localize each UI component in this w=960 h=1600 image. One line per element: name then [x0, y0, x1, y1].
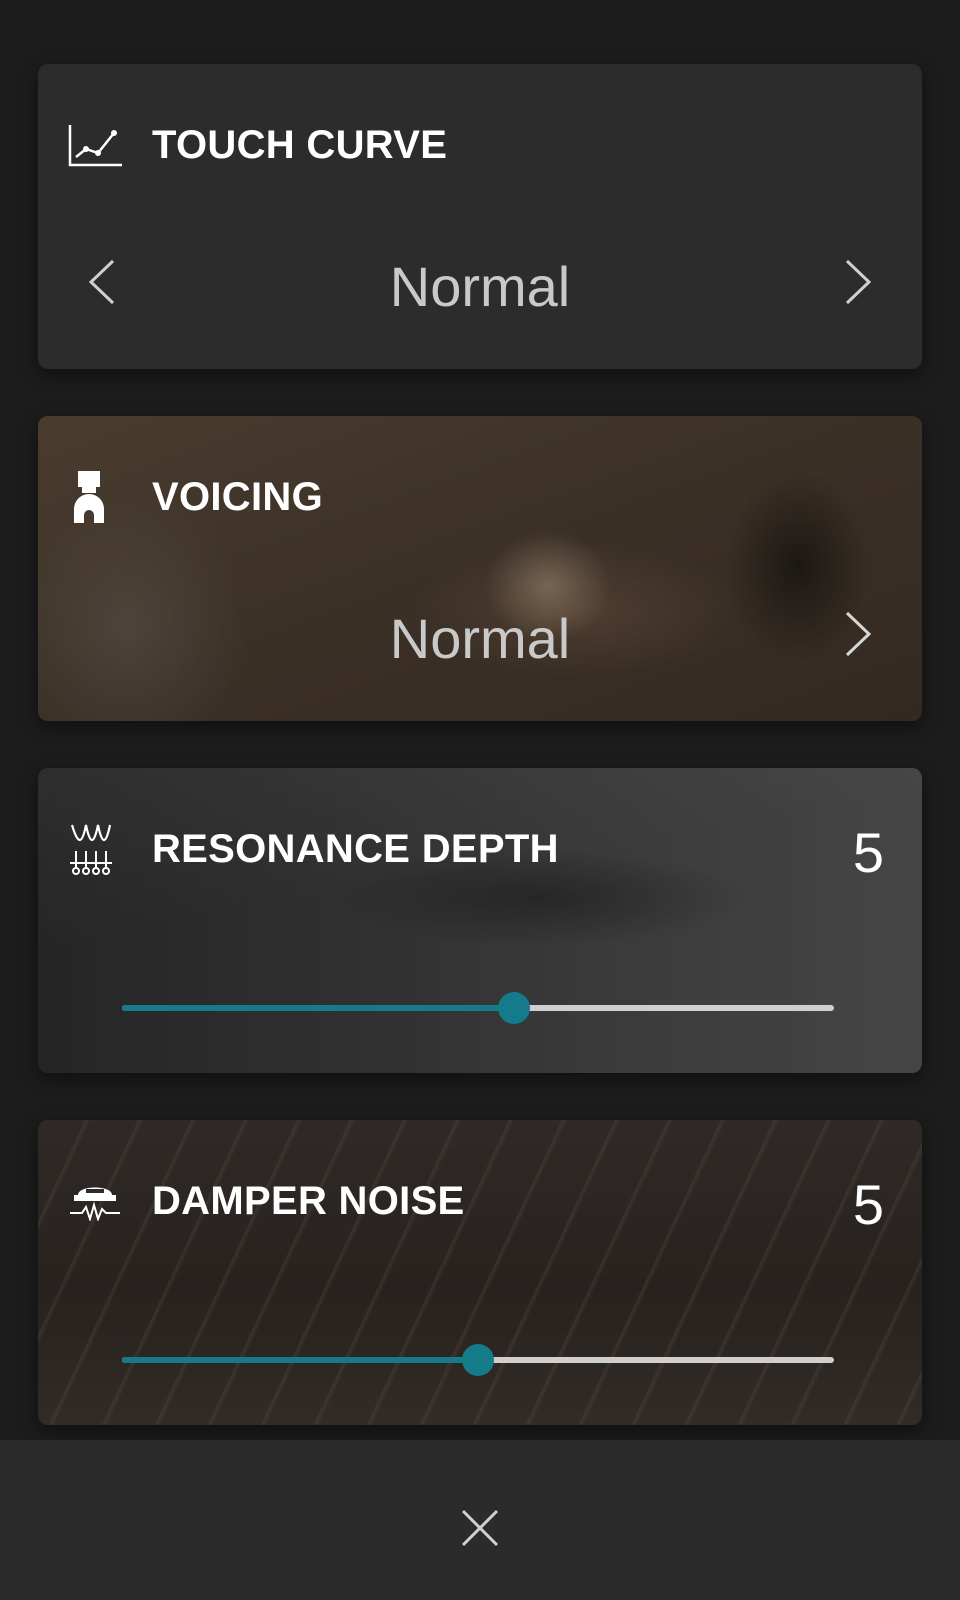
chevron-right-icon: [845, 259, 872, 305]
damper-noise-value: 5: [852, 1173, 884, 1236]
chevron-right-icon: [845, 611, 872, 657]
touch-curve-next-button[interactable]: [838, 254, 878, 310]
slider-thumb[interactable]: [462, 1344, 494, 1376]
slider-thumb[interactable]: [497, 992, 530, 1024]
voicing-header: VOICING: [68, 471, 324, 523]
resonance-photo-overlay: [38, 768, 922, 1073]
resonance-icon: [68, 824, 124, 875]
chart-line-icon: [68, 120, 124, 170]
touch-curve-card: TOUCH CURVE Normal: [38, 64, 922, 369]
damper-photo-overlay: [38, 1120, 922, 1425]
resonance-depth-title: RESONANCE DEPTH: [152, 826, 559, 871]
damper-noise-slider[interactable]: [122, 1342, 834, 1378]
voicing-value: Normal: [389, 607, 571, 670]
damper-noise-title: DAMPER NOISE: [152, 1178, 465, 1223]
resonance-depth-card: RESONANCE DEPTH 5: [38, 768, 922, 1073]
damper-icon: [68, 1176, 124, 1226]
damper-noise-header: DAMPER NOISE: [68, 1176, 465, 1226]
damper-noise-card: DAMPER NOISE 5: [38, 1120, 922, 1425]
voicing-next-button[interactable]: [838, 606, 878, 662]
resonance-depth-slider[interactable]: [122, 990, 834, 1026]
close-icon: [461, 1509, 499, 1547]
resonance-depth-header: RESONANCE DEPTH: [68, 824, 559, 875]
hammer-felt-icon: [68, 471, 124, 523]
close-button[interactable]: [450, 1498, 510, 1558]
voicing-title: VOICING: [152, 474, 324, 519]
voicing-card[interactable]: VOICING Normal: [38, 416, 922, 721]
touch-curve-header: TOUCH CURVE: [68, 120, 447, 170]
slider-fill: [122, 1357, 478, 1363]
touch-curve-title: TOUCH CURVE: [152, 122, 448, 167]
bottom-bar: [0, 1440, 960, 1600]
slider-fill: [122, 1005, 514, 1011]
resonance-depth-value: 5: [852, 821, 884, 884]
voicing-photo-overlay: [38, 416, 922, 721]
touch-curve-value: Normal: [389, 255, 571, 318]
